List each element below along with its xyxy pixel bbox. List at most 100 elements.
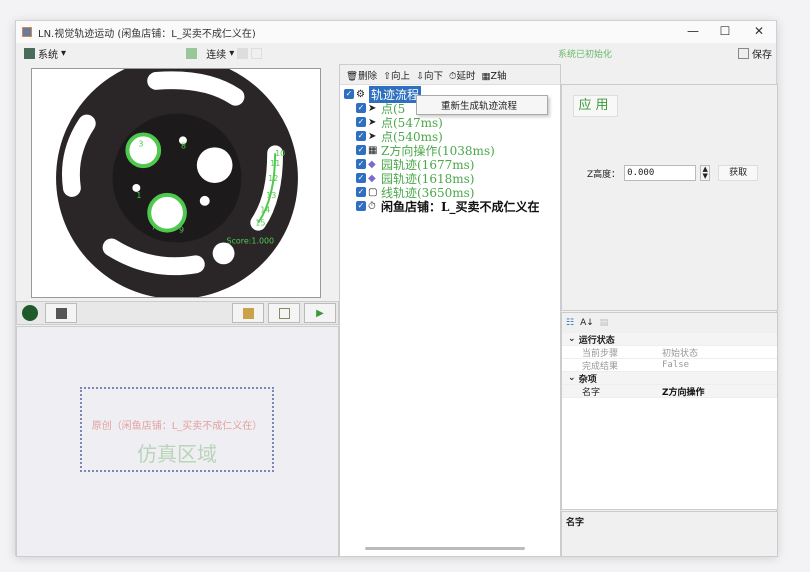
score-label: Score:1.000 [227,236,275,245]
simulation-caption: 原创（闲鱼店铺：L_买卖不成仁义在） [91,421,263,432]
vision-image[interactable]: Score:1.000 3 5 8 1 7 9 10 11 12 13 14 1… [31,57,321,299]
load-image-button[interactable] [232,303,264,323]
property-key: 名字 [582,387,601,398]
continuous-menu[interactable]: 连续 ▾ [186,46,263,61]
trajectory-tree[interactable]: ✓ ⚙ 轨迹流程 ✓ ➤ 点(5 ✓ ➤ 点(547ms) ✓ ➤ 点(540ms) ✓ ▦ Z方向操作(… [340,85,560,214]
checkbox[interactable]: ✓ [356,159,366,169]
image-icon [242,307,254,319]
feature-label: 15 [255,219,265,228]
workpiece-image: Score:1.000 3 5 8 1 7 9 10 11 12 13 14 1… [56,57,298,299]
checkbox[interactable]: ✓ [344,89,354,99]
property-description: 名字 [561,511,778,557]
z-axis-label: Z轴 [490,70,507,82]
save-button[interactable]: 保存 [738,46,772,61]
z-axis-icon: ▦ [368,144,378,156]
z-height-label: Z高度： [587,169,621,180]
feature-label: 12 [268,174,278,183]
category-misc[interactable]: ⌄ 杂项 [562,372,777,385]
stop-icon[interactable] [237,47,249,59]
flow-icon: ⚙ [356,88,365,100]
cursor-icon: ➤ [368,116,377,128]
system-menu[interactable]: 系统 ▾ [24,46,66,61]
status-text: 系统已初始化 [558,49,613,60]
property-row[interactable]: 完成结果 False [562,359,777,372]
category-run-status[interactable]: ⌄ 运行状态 [562,333,777,346]
simulation-area[interactable]: 原创（闲鱼店铺：L_买卖不成仁义在） 仿真区域 [16,326,339,557]
property-value: False [662,360,690,370]
move-up-button[interactable]: ⇧向上 [383,68,410,82]
property-key: 完成结果 [582,361,619,372]
dropdown-icon: ▾ [229,47,235,59]
feature-label: 11 [270,159,280,168]
right-panel: 应用 Z高度： 0.000 ▲ ▼ 获取 ☷ A↓ ▤ ⌄ 运行状态 当前步骤 初始状态… [561,84,778,557]
folder-icon [278,307,290,319]
get-button[interactable]: 获取 [718,165,759,181]
move-down-button[interactable]: ⇩向下 [416,68,443,82]
context-menu-regenerate[interactable]: 重新生成轨迹流程 [416,95,548,115]
simulation-zone: 原创（闲鱼店铺：L_买卖不成仁义在） 仿真区域 [80,387,274,472]
sort-alpha-icon[interactable]: A↓ [580,318,594,328]
minimize-button[interactable]: — [678,24,708,38]
delay-label: 延时 [456,70,476,82]
pause-icon[interactable] [251,47,263,59]
feature-label: 8 [181,141,186,150]
camera-icon [55,307,67,319]
cursor-icon: ➤ [368,130,377,142]
trajectory-panel: 🗑删除 ⇧向上 ⇩向下 ⏱延时 ▦Z轴 ✓ ⚙ 轨迹流程 ✓ ➤ 点(5 ✓ ➤ 点(547m… [339,64,561,557]
apply-button[interactable]: 应用 [573,95,618,117]
feature-label: 10 [275,149,285,158]
category-label: 运行状态 [578,335,615,346]
checkbox[interactable]: ✓ [356,103,366,113]
camera-button[interactable] [45,303,77,323]
property-grid: ☷ A↓ ▤ ⌄ 运行状态 当前步骤 初始状态 完成结果 False ⌄ 杂项 名字 Z方… [561,312,778,510]
property-value: Z方向操作 [662,387,705,398]
property-pages-icon[interactable]: ▤ [600,318,609,328]
property-value: 初始状态 [662,348,699,359]
property-key: 当前步骤 [582,348,619,359]
z-height-spinner[interactable]: ▲ ▼ [700,165,711,181]
image-button-bar: ▶ [16,301,339,325]
feature-label: 14 [260,206,270,215]
checkbox[interactable]: ✓ [356,117,366,127]
play-icon: ▶ [316,307,324,319]
z-axis-button[interactable]: ▦Z轴 [481,68,506,82]
context-menu-item: 重新生成轨迹流程 [441,101,518,112]
up-label: 向上 [391,70,411,82]
property-row[interactable]: 名字 Z方向操作 [562,385,777,398]
play-button[interactable]: ▶ [304,303,336,323]
delete-button[interactable]: 🗑删除 [346,68,377,82]
delay-button[interactable]: ⏱延时 [449,68,475,82]
categorized-icon[interactable]: ☷ [566,318,574,328]
close-button[interactable]: ✕ [744,24,774,38]
z-height-input[interactable]: 0.000 [624,165,697,181]
main-toolbar: 系统 ▾ 连续 ▾ 系统已初始化 保存 [16,43,776,63]
system-icon [24,47,35,59]
simulation-title: 仿真区域 [137,442,217,466]
feature-label: 3 [138,139,143,148]
checkbox[interactable]: ✓ [356,187,366,197]
checkbox[interactable]: ✓ [356,131,366,141]
horizontal-scrollbar[interactable] [365,547,525,550]
delete-label: 删除 [358,70,378,82]
feature-label: 5 [156,144,161,153]
maximize-button[interactable]: ☐ [710,24,740,38]
checkbox[interactable]: ✓ [356,173,366,183]
continuous-label: 连续 [206,49,227,61]
system-label: 系统 [38,49,58,61]
save-image-button[interactable] [268,303,300,323]
timer-icon: ⏱ [368,200,376,212]
category-label: 杂项 [578,374,597,385]
property-row[interactable]: 当前步骤 初始状态 [562,346,777,359]
down-label: 向下 [424,70,444,82]
tree-item[interactable]: ✓ ➤ 点(547ms) [344,115,560,130]
app-window: LN.视觉轨迹运动 (闲鱼店铺：L_买卖不成仁义在) — ☐ ✕ 系统 ▾ 连续 ▾… [15,20,778,557]
circle-icon: ◆ [368,172,376,184]
app-icon [22,27,32,37]
checkbox[interactable]: ✓ [356,201,366,211]
tree-item[interactable]: ✓ ⏱ 闲鱼店铺：L_买卖不成仁义在 [344,199,560,214]
save-label: 保存 [752,49,772,61]
feature-label: 13 [266,191,276,200]
window-title: LN.视觉轨迹运动 (闲鱼店铺：L_买卖不成仁义在) [38,28,256,40]
checkbox[interactable]: ✓ [356,145,366,155]
line-icon: ▢ [368,186,378,198]
